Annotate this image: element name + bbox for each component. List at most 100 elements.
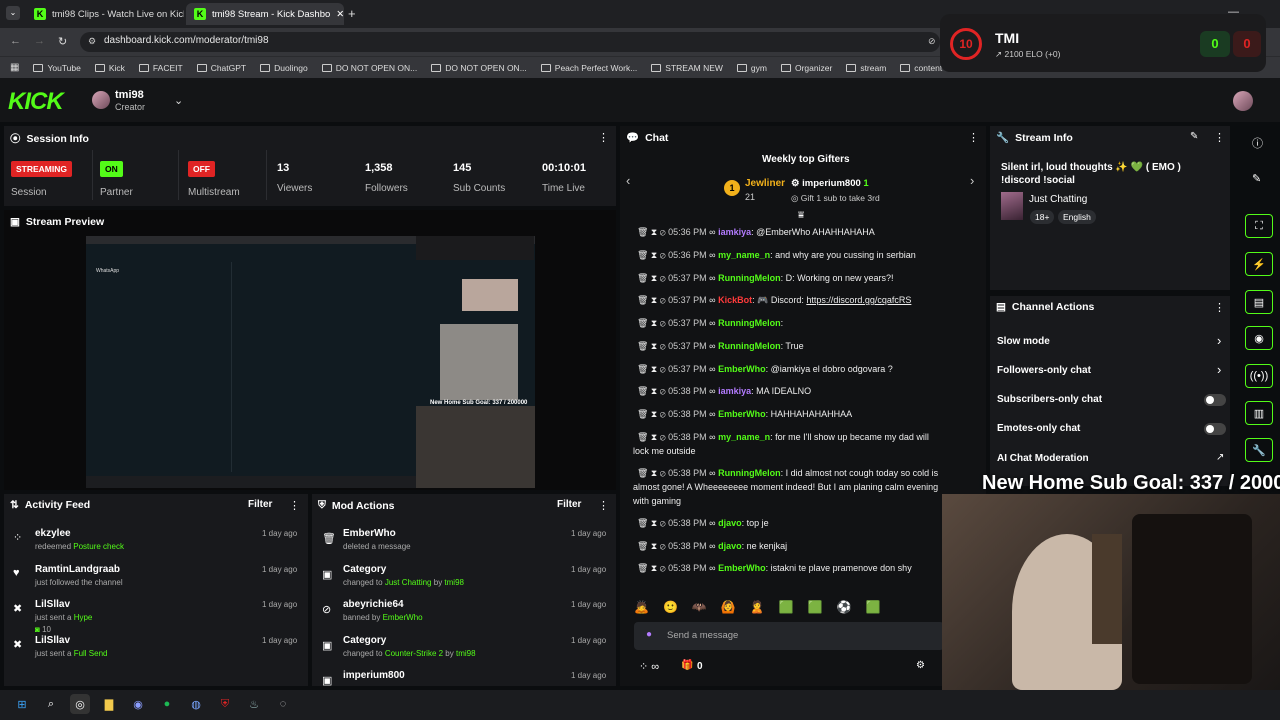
chevron-left-icon[interactable]: ‹ (626, 173, 630, 188)
mod-tools[interactable]: 🗑 ⧗ ⊘ (637, 432, 668, 442)
browser-tab-dashboard[interactable]: Ktmi98 Stream - Kick Dashbo ✕ (186, 3, 344, 25)
infinity-icon[interactable]: ⁘ ∞ (639, 660, 659, 673)
bookmark-item[interactable]: stream (846, 63, 886, 73)
slow-mode-label[interactable]: Slow mode (997, 336, 1050, 347)
mod-tools[interactable]: 🗑 ⧗ ⊘ (637, 318, 668, 328)
stream-preview-video[interactable]: WhatsApp New Home Sub Goal: 337 / 200000 (86, 236, 535, 488)
ai-moderation-label[interactable]: AI Chat Moderation (997, 453, 1089, 464)
activity-user[interactable]: ekzylee (35, 528, 71, 539)
reload-icon[interactable]: ↻ (58, 35, 67, 48)
mod-tools[interactable]: 🗑 ⧗ ⊘ (637, 518, 668, 528)
pinned-icon[interactable]: ⩸ (798, 210, 804, 221)
document-icon[interactable]: ▤ (1245, 290, 1273, 314)
mod-tools[interactable]: 🗑 ⧗ ⊘ (637, 409, 668, 419)
activity-user[interactable]: LilSllav (35, 599, 70, 610)
bookmark-item[interactable]: STREAM NEW (651, 63, 723, 73)
chat-settings-icon[interactable]: ⚙ (916, 660, 925, 671)
bookmark-item[interactable]: content (900, 63, 942, 73)
chrome-icon[interactable]: ◎ (70, 694, 90, 714)
pencil-icon[interactable]: ✎ (1252, 172, 1261, 185)
more-options-icon[interactable]: ⋮ (598, 131, 609, 144)
chat-icon[interactable]: ◉ (1245, 326, 1273, 350)
folder-icon[interactable]: ▇ (99, 694, 119, 714)
forward-icon[interactable]: → (34, 35, 45, 47)
chevron-right-icon[interactable]: › (1217, 333, 1221, 348)
mod-action-title[interactable]: Category (343, 564, 386, 575)
chat-link[interactable]: https://discord.gg/cqafcRS (806, 295, 911, 305)
mod-action-title[interactable]: imperium800 (343, 670, 405, 681)
steam-icon[interactable]: ♨ (244, 694, 264, 714)
emote-icon[interactable]: 🟩 (866, 600, 881, 618)
more-options-icon[interactable]: ⋮ (968, 131, 979, 144)
bookmark-item[interactable]: Peach Perfect Work... (540, 63, 637, 73)
tag-18plus[interactable]: 18+ (1030, 210, 1055, 224)
mod-filter-button[interactable]: Filter (557, 499, 581, 510)
search-icon[interactable]: ⌕ (41, 694, 61, 714)
chat-username[interactable]: djavo (718, 541, 742, 551)
mod-tools[interactable]: 🗑 ⧗ ⊘ (637, 563, 668, 573)
mod-tools[interactable]: 🗑 ⧗ ⊘ (637, 468, 668, 478)
browser-tab-clips[interactable]: Ktmi98 Clips - Watch Live on Kick✕ (26, 3, 184, 25)
chat-username[interactable]: iamkiya (718, 227, 751, 237)
apps-grid-icon[interactable]: ▦ (10, 62, 19, 73)
profile-avatar[interactable] (1233, 91, 1253, 111)
mod-action-title[interactable]: EmberWho (343, 528, 396, 539)
bookmark-item[interactable]: DO NOT OPEN ON... (431, 63, 527, 73)
chat-username[interactable]: EmberWho (718, 364, 766, 374)
chat-username[interactable]: EmberWho (718, 563, 766, 573)
emote-icon[interactable]: 🙎 (750, 600, 765, 618)
emote-icon[interactable]: 🙆 (721, 600, 736, 618)
site-info-icon[interactable]: ⚙ (88, 36, 96, 47)
bookmark-item[interactable]: Duolingo (260, 63, 308, 73)
avatar[interactable] (92, 91, 110, 109)
discord-icon[interactable]: ◉ (128, 694, 148, 714)
windows-start-icon[interactable]: ⊞ (12, 694, 32, 714)
edit-icon[interactable]: ✎ (1190, 131, 1198, 142)
bookmark-item[interactable]: YouTube (33, 63, 81, 73)
chevron-right-icon[interactable]: › (970, 173, 974, 188)
app-icon[interactable]: ◍ (186, 694, 206, 714)
bookmark-item[interactable]: Organizer (780, 63, 832, 73)
more-options-icon[interactable]: ⋮ (289, 499, 300, 512)
chat-username[interactable]: RunningMelon (718, 318, 781, 328)
mod-action-title[interactable]: Category (343, 635, 386, 646)
mod-tools[interactable]: 🗑 ⧗ ⊘ (637, 227, 668, 237)
tab-search-button[interactable]: ⌄ (6, 6, 20, 20)
activity-filter-button[interactable]: Filter (248, 499, 272, 510)
chat-username[interactable]: my_name_n (718, 432, 770, 442)
spotify-icon[interactable]: ● (157, 694, 177, 714)
emotes-only-toggle[interactable] (1204, 423, 1226, 435)
emote-icon[interactable]: 🦇 (692, 600, 707, 618)
emote-icon[interactable]: ⚽ (837, 600, 852, 618)
obs-icon[interactable]: ◌ (273, 694, 293, 714)
emote-icon[interactable]: 🟩 (808, 600, 823, 618)
info-icon[interactable]: ⓘ (1252, 135, 1263, 151)
chevron-right-icon[interactable]: › (1217, 362, 1221, 377)
kick-logo[interactable]: KICK (8, 88, 64, 116)
chat-username[interactable]: RunningMelon (718, 341, 781, 351)
bookmark-item[interactable]: DO NOT OPEN ON... (321, 63, 417, 73)
mod-action-title[interactable]: abeyrichie64 (343, 599, 404, 610)
more-options-icon[interactable]: ⋮ (1214, 301, 1225, 314)
bookmark-item[interactable]: gym (736, 63, 767, 73)
chat-username[interactable]: EmberWho (718, 409, 766, 419)
emote-icon[interactable]: 🙂 (663, 600, 678, 618)
chat-username[interactable]: my_name_n (718, 250, 770, 260)
shield-app-icon[interactable]: ⛨ (215, 694, 235, 714)
broadcast-icon[interactable]: ((•)) (1245, 364, 1273, 388)
emote-icon[interactable]: 🙇 (634, 600, 649, 618)
external-link-icon[interactable]: ↗ (1216, 452, 1224, 463)
close-icon[interactable]: ✕ (336, 9, 344, 20)
activity-user[interactable]: LilSllav (35, 635, 70, 646)
gift-icon[interactable]: 🎁 (681, 660, 693, 671)
mod-tools[interactable]: 🗑 ⧗ ⊘ (637, 273, 668, 283)
microphone-icon[interactable]: ● (646, 629, 652, 640)
eye-off-icon[interactable]: ⊘ (928, 36, 936, 47)
mod-tools[interactable]: 🗑 ⧗ ⊘ (637, 541, 668, 551)
mod-tools[interactable]: 🗑 ⧗ ⊘ (637, 341, 668, 351)
new-tab-icon[interactable]: + (348, 6, 356, 21)
mod-tools[interactable]: 🗑 ⧗ ⊘ (637, 386, 668, 396)
chevron-down-icon[interactable]: ⌄ (174, 94, 183, 107)
subscribers-only-toggle[interactable] (1204, 394, 1226, 406)
tools-icon[interactable]: 🔧 (1245, 438, 1273, 462)
